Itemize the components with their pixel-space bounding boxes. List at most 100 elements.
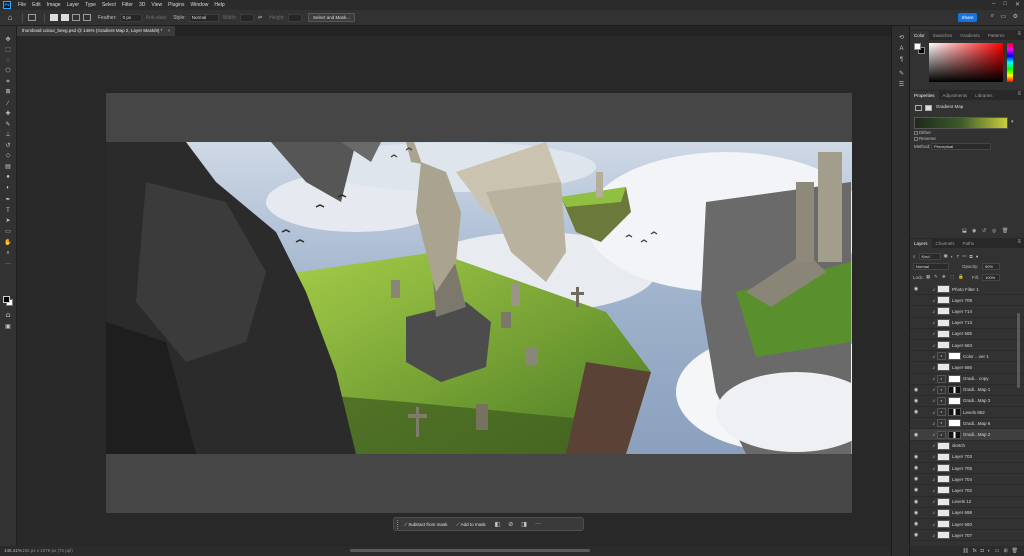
visibility-eye-icon[interactable]: ◉ — [912, 409, 920, 415]
menu-view[interactable]: View — [148, 2, 165, 8]
eyedropper-icon[interactable]: ⁄ — [3, 100, 13, 109]
adjustment-thumbnail-icon[interactable]: ◐ — [937, 396, 946, 405]
menu-edit[interactable]: Edit — [29, 2, 44, 8]
layer-filter-select[interactable]: Kind — [918, 252, 941, 260]
lasso-tool-icon[interactable]: ◌ — [3, 57, 13, 66]
menu-type[interactable]: Type — [82, 2, 99, 8]
foreground-color-swatch[interactable] — [3, 296, 10, 303]
marquee-tool-preset-icon[interactable] — [28, 14, 36, 21]
layer-name[interactable]: Layer 660 — [952, 522, 972, 527]
layer-name[interactable]: Layer 702 — [952, 488, 972, 493]
layer-name[interactable]: Layer 703 — [952, 454, 972, 459]
filter-toggle-icon[interactable]: ● — [976, 254, 979, 259]
close-tab-icon[interactable]: × — [168, 28, 171, 33]
discover-icon[interactable]: ⚙ — [1013, 13, 1018, 20]
layers-list[interactable]: ◉ ↲ Photo Filter 1 ↲ Layer 709 ↲ Layer 714 ↲ Lay… — [910, 284, 1024, 546]
fill-input[interactable]: 100% — [982, 274, 1000, 281]
layer-thumbnail[interactable] — [937, 520, 950, 529]
more-options-icon[interactable]: ··· — [535, 521, 541, 527]
layer-mask-thumbnail[interactable] — [948, 430, 961, 439]
visibility-eye-icon[interactable]: ◉ — [912, 476, 920, 482]
layer-name[interactable]: Color ...ver 1 — [963, 354, 989, 359]
filter-type-icon[interactable]: T — [957, 254, 960, 259]
tab-properties[interactable]: Properties — [910, 91, 939, 100]
dodge-tool-icon[interactable]: ◐ — [3, 184, 13, 193]
minimize-icon[interactable]: – — [992, 1, 995, 8]
gradient-preview[interactable] — [914, 117, 1008, 129]
layer-row[interactable]: ◉ ↲ Layer 702 — [910, 485, 1024, 497]
layer-row[interactable]: ◉ ↲ ◐ Gradi...Map 1 — [910, 385, 1024, 396]
layer-row[interactable]: ◉ ↲ Layer 705 — [910, 463, 1024, 475]
layer-mask-thumbnail[interactable] — [948, 374, 961, 383]
rectangle-tool-icon[interactable]: ▭ — [3, 228, 13, 237]
reverse-checkbox[interactable] — [914, 137, 918, 141]
layer-mask-thumbnail[interactable] — [948, 396, 961, 405]
layer-style-icon[interactable]: fx — [973, 548, 977, 554]
layer-name[interactable]: Gradi...Map 2 — [963, 432, 990, 437]
tab-color[interactable]: Color — [910, 31, 929, 40]
paragraph-panel-icon[interactable]: ¶ — [897, 56, 906, 65]
visibility-eye-icon[interactable]: ◉ — [912, 521, 920, 527]
document-dimensions[interactable]: 192 px x 1076 px (72 ppi) — [22, 546, 73, 556]
visibility-eye-icon[interactable]: ◉ — [912, 286, 920, 292]
invert-mask-icon[interactable]: ◧ — [495, 521, 501, 528]
character-panel-icon[interactable]: A — [897, 45, 906, 54]
layer-thumbnail[interactable] — [937, 285, 950, 294]
layer-name[interactable]: Levels 862 — [963, 410, 985, 415]
document-tab[interactable]: thumbnail colour_beeg.psd @ 146% (Gradie… — [17, 26, 176, 36]
panel-menu-icon[interactable]: ≡ — [1017, 238, 1021, 247]
new-selection-icon[interactable] — [50, 14, 58, 21]
visibility-icon[interactable]: ◎ — [992, 228, 996, 234]
filter-smart-object-icon[interactable]: ⧉ — [970, 254, 973, 259]
adjustment-thumbnail-icon[interactable]: ◐ — [937, 408, 946, 417]
history-panel-icon[interactable]: ⟲ — [897, 34, 906, 43]
frame-tool-icon[interactable]: ⊠ — [3, 88, 13, 97]
new-adjustment-icon[interactable]: ◐ — [988, 548, 991, 554]
select-and-mask-button[interactable]: Select and Mask... — [307, 13, 355, 22]
layer-row[interactable]: ↲ ◐ Color ...ver 1 — [910, 351, 1024, 363]
layer-thumbnail[interactable] — [937, 296, 950, 305]
layer-name[interactable]: Layer 709 — [952, 298, 972, 303]
adjustment-icon[interactable] — [915, 105, 922, 111]
tab-channels[interactable]: Channels — [932, 239, 959, 248]
brush-settings-icon[interactable]: ✎ — [897, 70, 906, 79]
layer-row[interactable]: ↲ Layer 714 — [910, 306, 1024, 318]
layers-scrollbar[interactable] — [1017, 313, 1020, 388]
workspace-icon[interactable]: ▭ — [1000, 13, 1006, 20]
delete-layer-icon[interactable]: 🗑 — [1012, 548, 1018, 554]
close-window-icon[interactable]: ✕ — [1015, 1, 1020, 8]
visibility-eye-icon[interactable]: ◉ — [912, 510, 920, 516]
color-picker-field[interactable] — [929, 43, 1003, 82]
menu-help[interactable]: Help — [211, 2, 227, 8]
layer-name[interactable]: Layer 686 — [952, 365, 972, 370]
more-tools-icon[interactable]: ··· — [3, 260, 13, 269]
path-selection-icon[interactable]: ➤ — [3, 217, 13, 226]
layer-name[interactable]: Layer 685 — [952, 331, 972, 336]
layer-row[interactable]: ◉ ↲ Layer 704 — [910, 474, 1024, 486]
layer-row[interactable]: ◉ ↲ Levels 12 — [910, 497, 1024, 508]
tab-libraries[interactable]: Libraries — [971, 91, 996, 100]
lock-position-icon[interactable]: ✥ — [942, 274, 946, 280]
menu-image[interactable]: Image — [44, 2, 64, 8]
glyphs-panel-icon[interactable]: ☰ — [897, 81, 906, 90]
mask-icon[interactable] — [925, 105, 932, 111]
adjustment-thumbnail-icon[interactable]: ◐ — [937, 352, 946, 361]
quick-mask-icon[interactable]: ◘ — [3, 312, 13, 321]
layer-thumbnail[interactable] — [937, 497, 950, 506]
type-tool-icon[interactable]: T — [3, 207, 13, 216]
hue-slider[interactable] — [1007, 43, 1013, 82]
new-group-icon[interactable]: ▭ — [995, 548, 1000, 554]
layer-row[interactable]: ◉ ↲ Photo Filter 1 — [910, 284, 1024, 296]
healing-brush-icon[interactable]: ✚ — [3, 110, 13, 119]
menu-select[interactable]: Select — [99, 2, 119, 8]
link-layers-icon[interactable]: ⛓ — [962, 548, 968, 554]
home-icon[interactable]: ⌂ — [3, 11, 17, 25]
layer-row[interactable]: ◉ ↲ Layer 698 — [910, 508, 1024, 519]
layer-row[interactable]: ◉ ↲ Layer 707 — [910, 530, 1024, 542]
layer-thumbnail[interactable] — [937, 318, 950, 327]
adjustment-thumbnail-icon[interactable]: ◐ — [937, 374, 946, 383]
tab-gradients[interactable]: Gradients — [956, 31, 984, 40]
layer-row[interactable]: ◉ ↲ ◐ Gradi...Map 3 — [910, 396, 1024, 408]
visibility-eye-icon[interactable]: ◉ — [912, 454, 920, 460]
layer-mask-thumbnail[interactable] — [948, 385, 961, 394]
